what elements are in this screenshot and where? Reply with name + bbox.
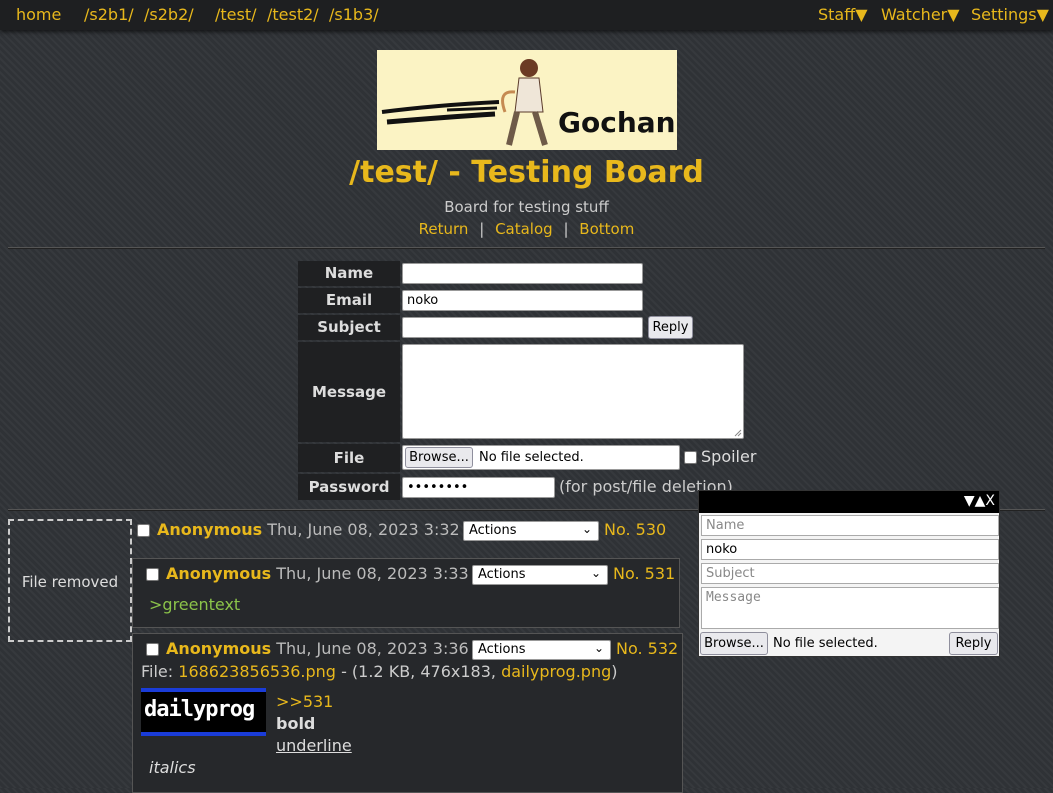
underline-text: underline	[276, 736, 352, 755]
file-removed-text: File removed	[21, 573, 119, 591]
poster-name: Anonymous	[166, 564, 272, 583]
settings-menu[interactable]: Settings▼	[971, 5, 1049, 24]
file-prefix: File:	[141, 662, 174, 681]
board-description: Board for testing stuff	[444, 198, 609, 216]
post-checkbox[interactable]	[146, 643, 159, 656]
name-label: Name	[298, 261, 400, 286]
quick-reply-box: ▼▲X Name noko Subject Message Browse... …	[698, 490, 1000, 657]
message-label: Message	[298, 342, 400, 442]
actions-label: Actions	[478, 642, 526, 657]
greentext: >greentext	[149, 595, 241, 614]
quote-link[interactable]: >>531	[276, 692, 333, 711]
chevron-down-icon: ⌄	[593, 641, 604, 655]
file-removed-placeholder: File removed	[8, 519, 132, 642]
nav-board-test[interactable]: /test/	[215, 5, 257, 24]
actions-label: Actions	[478, 567, 526, 582]
email-label: Email	[298, 288, 400, 313]
page-title: /test/ - Testing Board	[349, 155, 704, 190]
staff-menu[interactable]: Staff▼	[818, 5, 868, 24]
link-separator: |	[563, 220, 569, 238]
post-actions-select[interactable]: Actions ⌄	[472, 640, 611, 660]
file-label: File	[298, 444, 400, 472]
quick-reply-message-textarea[interactable]: Message	[701, 587, 999, 629]
password-input[interactable]: ••••••••	[402, 477, 555, 498]
file-link[interactable]: 168623856536.png	[178, 662, 336, 681]
file-meta: - (1.2 KB, 476x183,	[341, 662, 496, 681]
post-actions-select[interactable]: Actions ⌄	[463, 521, 599, 541]
quick-reply-name-input[interactable]: Name	[701, 515, 999, 536]
nav-board-s2b1[interactable]: /s2b1/	[84, 5, 134, 24]
top-nav: home /s2b1/ /s2b2/ /test/ /test2/ /s1b3/…	[0, 0, 1053, 30]
quick-reply-file-status: No file selected.	[773, 636, 878, 651]
post-date: Thu, June 08, 2023 3:32 PM	[267, 520, 489, 539]
spoiler-label: Spoiler	[701, 447, 757, 466]
file-close: )	[611, 662, 618, 681]
quick-reply-submit-button[interactable]: Reply	[949, 632, 998, 655]
post-header: Anonymous Thu, June 08, 2023 3:33 PM	[166, 564, 497, 583]
catalog-link[interactable]: Catalog	[495, 220, 553, 238]
poster-name: Anonymous	[157, 520, 263, 539]
post-header: Anonymous Thu, June 08, 2023 3:32 PM	[157, 520, 488, 539]
spoiler-checkbox[interactable]	[684, 451, 697, 464]
nav-board-s1b3[interactable]: /s1b3/	[329, 5, 379, 24]
post-checkbox[interactable]	[146, 568, 159, 581]
post-thumbnail[interactable]: dailyprog	[141, 688, 266, 736]
chevron-down-icon: ⌄	[590, 566, 601, 580]
italic-text: italics	[149, 758, 196, 777]
bottom-link[interactable]: Bottom	[579, 220, 634, 238]
actions-label: Actions	[469, 523, 517, 538]
quick-reply-titlebar[interactable]: ▼▲X	[699, 491, 999, 513]
post-number-link[interactable]: No. 531	[613, 564, 675, 583]
board-links: Return | Catalog | Bottom	[0, 220, 1053, 238]
board-banner: Gochan	[377, 50, 677, 150]
message-textarea[interactable]	[402, 344, 744, 439]
bold-text: bold	[276, 714, 316, 733]
nav-home-link[interactable]: home	[16, 5, 61, 24]
poster-name: Anonymous	[166, 639, 272, 658]
post-date: Thu, June 08, 2023 3:36 PM	[276, 639, 498, 658]
quick-reply-subject-input[interactable]: Subject	[701, 563, 999, 584]
thumbnail-text: dailyprog	[144, 697, 255, 722]
password-label: Password	[298, 474, 400, 500]
quick-reply-controls[interactable]: ▼▲X	[964, 493, 995, 509]
link-separator: |	[479, 220, 485, 238]
banner-text: Gochan	[558, 106, 676, 139]
post-header: Anonymous Thu, June 08, 2023 3:36 PM	[166, 639, 497, 658]
nav-board-test2[interactable]: /test2/	[267, 5, 319, 24]
file-status: No file selected.	[479, 450, 584, 465]
subject-input[interactable]	[402, 317, 643, 338]
post-checkbox[interactable]	[137, 524, 150, 537]
divider	[8, 247, 1045, 249]
resize-handle-icon[interactable]	[734, 429, 742, 437]
file-input[interactable]: Browse... No file selected.	[402, 445, 680, 470]
file-info: File: 168623856536.png - (1.2 KB, 476x18…	[141, 662, 618, 681]
email-input[interactable]: noko	[402, 290, 643, 311]
quick-reply-email-input[interactable]: noko	[701, 539, 999, 560]
nav-board-s2b2[interactable]: /s2b2/	[144, 5, 194, 24]
browse-button[interactable]: Browse...	[405, 447, 473, 468]
reply-button[interactable]: Reply	[648, 316, 693, 339]
chevron-down-icon: ⌄	[581, 522, 592, 536]
post-number-link[interactable]: No. 532	[616, 639, 678, 658]
post-actions-select[interactable]: Actions ⌄	[472, 565, 608, 585]
quick-reply-browse-button[interactable]: Browse...	[700, 632, 768, 655]
post-date: Thu, June 08, 2023 3:33 PM	[276, 564, 498, 583]
name-input[interactable]	[402, 263, 643, 284]
original-file-link[interactable]: dailyprog.png	[501, 662, 611, 681]
watcher-menu[interactable]: Watcher▼	[881, 5, 960, 24]
post-number-link[interactable]: No. 530	[604, 520, 666, 539]
return-link[interactable]: Return	[419, 220, 469, 238]
subject-label: Subject	[298, 315, 400, 340]
